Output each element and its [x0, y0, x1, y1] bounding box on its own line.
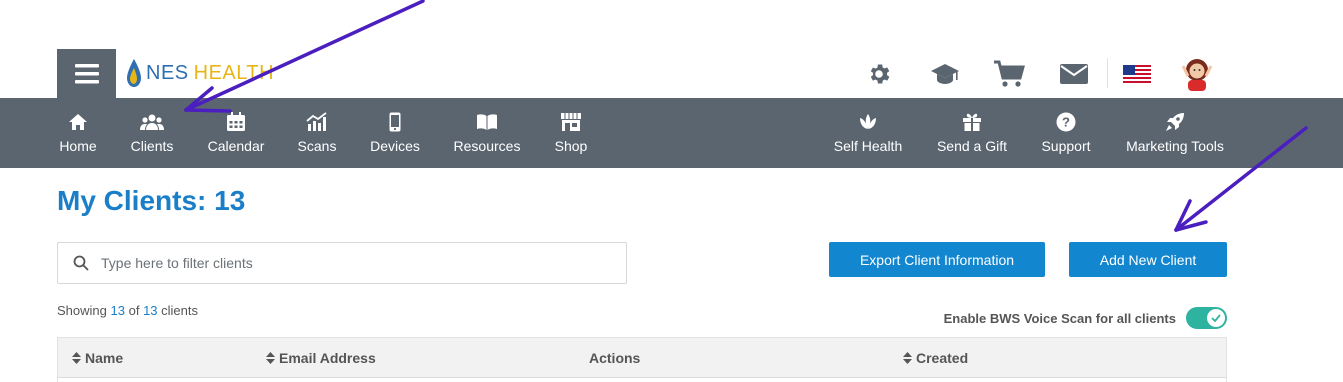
us-flag-icon: [1123, 65, 1151, 83]
graduation-cap-icon: [931, 64, 959, 84]
nav-item-devices[interactable]: Devices: [370, 110, 420, 158]
sort-icon: [903, 352, 912, 364]
phone-icon: [389, 112, 401, 132]
add-new-client-button[interactable]: Add New Client: [1069, 242, 1227, 277]
table-row: [57, 378, 1227, 382]
search-input[interactable]: [101, 255, 581, 271]
nav-label: Resources: [453, 138, 521, 154]
messages-button[interactable]: [1059, 58, 1089, 90]
question-icon: ?: [1056, 112, 1076, 132]
nav-label: Scans: [297, 138, 337, 154]
rocket-icon: [1166, 113, 1184, 131]
nav-item-calendar[interactable]: Calendar: [207, 110, 265, 158]
nav-item-resources[interactable]: Resources: [453, 110, 521, 158]
showing-prefix: Showing: [57, 303, 107, 318]
mail-icon: [1060, 64, 1088, 84]
client-filter[interactable]: [57, 242, 627, 284]
voice-scan-label: Enable BWS Voice Scan for all clients: [943, 310, 1176, 326]
results-count: Showing 13 of 13 clients: [57, 303, 198, 318]
user-avatar-icon: [1181, 59, 1213, 91]
store-icon: [561, 113, 581, 131]
toggle-knob: [1207, 309, 1225, 327]
chart-icon: [306, 112, 327, 131]
training-button[interactable]: [929, 58, 961, 90]
nav-item-send-a-gift[interactable]: Send a Gift: [935, 110, 1009, 158]
main-nav: Home Clients Calendar Scans Devices Reso…: [0, 98, 1343, 168]
nav-item-home[interactable]: Home: [58, 110, 98, 158]
column-label: Email Address: [279, 350, 376, 366]
logo-text-primary: NES: [146, 61, 189, 84]
nav-label: Calendar: [207, 138, 265, 154]
sort-icon: [266, 352, 275, 364]
column-label: Actions: [589, 350, 641, 366]
column-label: Created: [916, 350, 969, 366]
column-created[interactable]: Created: [903, 350, 968, 366]
search-icon: [73, 255, 89, 271]
nav-label: Clients: [130, 138, 174, 154]
divider: [1107, 58, 1108, 88]
nav-item-shop[interactable]: Shop: [553, 110, 589, 158]
column-name[interactable]: Name: [72, 350, 123, 366]
nav-label: Send a Gift: [936, 138, 1008, 154]
hamburger-icon: [74, 63, 99, 83]
column-label: Name: [85, 350, 124, 366]
nav-label: Self Health: [833, 138, 903, 154]
nav-item-support[interactable]: ? Support: [1039, 110, 1093, 158]
menu-button[interactable]: [57, 49, 116, 98]
nav-item-marketing-tools[interactable]: Marketing Tools: [1124, 110, 1226, 158]
nav-item-clients[interactable]: Clients: [129, 110, 175, 158]
check-icon: [1211, 314, 1221, 322]
water-drop-icon: [127, 59, 141, 87]
voice-scan-toggle[interactable]: [1186, 307, 1227, 329]
logo-text-secondary: HEALTH: [193, 61, 275, 84]
book-icon: [477, 114, 497, 130]
nav-item-self-health[interactable]: Self Health: [833, 110, 903, 158]
svg-text:?: ?: [1062, 115, 1070, 130]
nav-item-scans[interactable]: Scans: [296, 110, 338, 158]
language-button[interactable]: [1123, 58, 1151, 90]
top-bar: NES HEALTH: [0, 0, 1343, 98]
avatar[interactable]: [1179, 54, 1215, 92]
showing-suffix: clients: [161, 303, 199, 318]
column-actions: Actions: [589, 350, 640, 366]
lotus-icon: [860, 114, 876, 129]
gear-icon: [870, 64, 890, 84]
settings-button[interactable]: [865, 58, 893, 90]
total-count: 13: [143, 303, 158, 318]
nav-label: Home: [59, 138, 97, 154]
nav-label: Devices: [370, 138, 420, 154]
export-client-information-button[interactable]: Export Client Information: [829, 242, 1045, 277]
sort-icon: [72, 352, 81, 364]
home-icon: [69, 114, 87, 130]
nav-label: Marketing Tools: [1126, 138, 1224, 154]
logo[interactable]: NES HEALTH: [126, 56, 274, 90]
page-title: My Clients: 13: [57, 185, 246, 216]
showing-of: of: [128, 303, 140, 318]
cart-button[interactable]: [993, 58, 1025, 90]
voice-scan-setting: Enable BWS Voice Scan for all clients: [944, 307, 1227, 329]
clients-table-header: Name Email Address Actions Created: [57, 337, 1227, 378]
cart-icon: [994, 60, 1025, 87]
shown-count: 13: [110, 303, 125, 318]
nav-label: Support: [1041, 138, 1091, 154]
gift-icon: [963, 113, 981, 131]
calendar-icon: [227, 112, 245, 131]
column-email[interactable]: Email Address: [266, 350, 376, 366]
nav-label: Shop: [554, 138, 588, 154]
users-icon: [140, 114, 164, 130]
